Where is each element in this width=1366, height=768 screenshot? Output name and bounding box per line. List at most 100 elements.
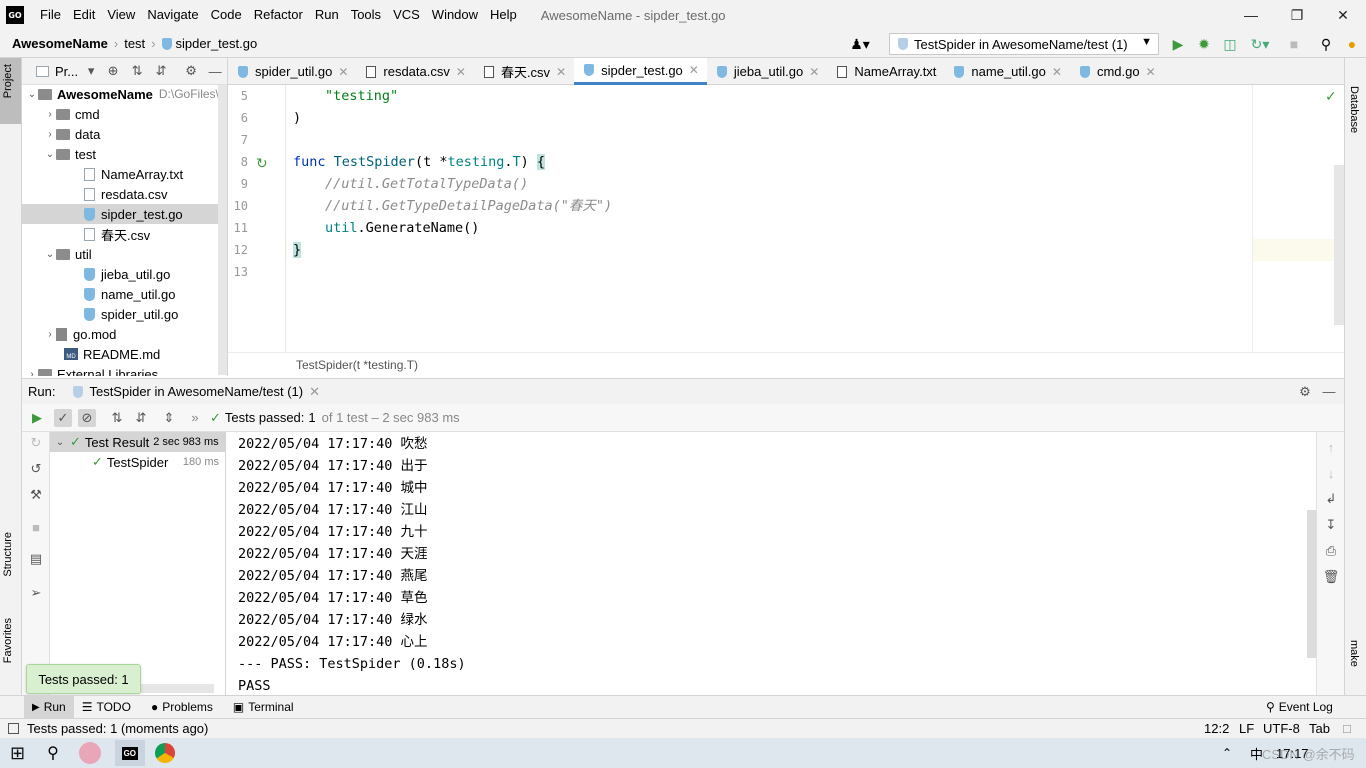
expand-all-icon[interactable]: ⇕ — [160, 409, 178, 427]
tree-item-readme[interactable]: MD README.md — [22, 344, 227, 364]
tree-item-spider-util[interactable]: spider_util.go — [22, 304, 227, 324]
layout-icon[interactable]: ▤ — [27, 550, 45, 568]
run-tool-button[interactable]: ▶ Run — [24, 696, 74, 718]
search-icon[interactable]: ⚲ — [1316, 34, 1336, 54]
menu-tools[interactable]: Tools — [345, 0, 387, 30]
console-scrollbar[interactable] — [1307, 510, 1316, 658]
code-editor[interactable]: "testing" ) func TestSpider(t *testing.T… — [287, 85, 1252, 352]
menu-run[interactable]: Run — [309, 0, 345, 30]
rerun-failed-icon[interactable]: ↻ — [27, 434, 45, 452]
update-icon[interactable]: ● — [1342, 34, 1362, 54]
close-icon[interactable]: ✕ — [309, 384, 320, 400]
tree-item-sipder-test[interactable]: sipder_test.go — [22, 204, 227, 224]
arrow-up-icon[interactable]: ↑ — [1322, 438, 1340, 456]
rerun-icon[interactable]: ▶ — [28, 409, 46, 427]
hide-panel-icon[interactable]: — — [206, 62, 224, 80]
collapse-all-icon[interactable]: ⇵ — [152, 62, 170, 80]
tab-namearray[interactable]: NameArray.txt — [827, 58, 944, 85]
search-icon[interactable]: ⚲ — [47, 743, 59, 763]
pin-icon[interactable]: ➢ — [27, 584, 45, 602]
print-icon[interactable]: ⎙ — [1322, 542, 1340, 560]
menu-window[interactable]: Window — [426, 0, 484, 30]
windows-start-icon[interactable]: ⊞ — [10, 743, 25, 764]
tab-jieba-util[interactable]: jieba_util.go ✕ — [707, 58, 827, 85]
tree-item-chuntian[interactable]: 春天.csv — [22, 224, 227, 244]
tree-item-resdata[interactable]: resdata.csv — [22, 184, 227, 204]
indent-setting[interactable]: Tab — [1309, 721, 1330, 736]
soft-wrap-icon[interactable]: ↲ — [1322, 490, 1340, 508]
make-tool-tab[interactable]: make — [1348, 640, 1360, 667]
close-icon[interactable]: ✕ — [689, 63, 699, 77]
favorites-tool-tab[interactable]: Favorites — [2, 618, 14, 663]
database-tool-tab[interactable]: Database — [1348, 86, 1360, 133]
close-icon[interactable]: ✕ — [338, 65, 348, 79]
event-log-button[interactable]: ⚲ Event Log — [1266, 700, 1333, 714]
menu-help[interactable]: Help — [484, 0, 523, 30]
gear-icon[interactable]: ⚙ — [1296, 383, 1314, 401]
run-icon[interactable]: ▶ — [1168, 34, 1188, 54]
test-result-root[interactable]: ⌄ ✓ Test Result 2 sec 983 ms — [50, 432, 225, 452]
more-icon[interactable]: » — [186, 409, 204, 427]
project-view-select[interactable]: Pr... — [55, 64, 78, 79]
test-item[interactable]: ✓ TestSpider 180 ms — [50, 452, 225, 472]
profile-icon[interactable]: ↻▾ — [1246, 34, 1274, 54]
code-breadcrumb[interactable]: TestSpider(t *testing.T) — [228, 352, 1344, 376]
editor-scrollbar[interactable] — [1334, 165, 1344, 325]
tab-spider-util[interactable]: spider_util.go ✕ — [228, 58, 356, 85]
tree-item-namearray[interactable]: NameArray.txt — [22, 164, 227, 184]
close-icon[interactable]: ✕ — [809, 65, 819, 79]
goland-taskbar-icon[interactable]: GO — [114, 740, 145, 766]
stop-icon[interactable]: ■ — [27, 518, 45, 536]
lock-icon[interactable]: □ — [1343, 721, 1351, 736]
chevron-up-icon[interactable]: ⌃ — [1222, 746, 1232, 760]
console-output[interactable]: 2022/05/04 17:17:40 吹愁 2022/05/04 17:17:… — [226, 432, 1316, 695]
caret-position[interactable]: 12:2 — [1204, 721, 1229, 736]
wrench-icon[interactable]: ⚒ — [27, 486, 45, 504]
close-icon[interactable]: ✕ — [1146, 65, 1156, 79]
app-icon[interactable] — [78, 742, 101, 764]
tree-item-cmd[interactable]: › cmd — [22, 104, 227, 124]
scroll-to-end-icon[interactable]: ↧ — [1322, 516, 1340, 534]
menu-file[interactable]: File — [34, 0, 67, 30]
tab-chuntian[interactable]: 春天.csv ✕ — [474, 58, 574, 85]
close-icon[interactable]: ✕ — [456, 65, 466, 79]
chevron-down-icon[interactable]: ▾ — [82, 62, 100, 80]
project-tool-tab[interactable]: Project — [2, 64, 14, 98]
menu-code[interactable]: Code — [205, 0, 248, 30]
sort-duration-icon[interactable]: ⇵ — [132, 409, 150, 427]
breadcrumb-folder[interactable]: test — [124, 36, 145, 51]
breadcrumb-project[interactable]: AwesomeName — [12, 36, 108, 51]
chrome-icon[interactable] — [154, 743, 175, 763]
arrow-down-icon[interactable]: ↓ — [1322, 464, 1340, 482]
menu-refactor[interactable]: Refactor — [248, 0, 309, 30]
run-tab[interactable]: TestSpider in AwesomeName/test (1) — [89, 384, 303, 399]
close-icon[interactable]: ✕ — [1052, 65, 1062, 79]
tree-item-jieba[interactable]: jieba_util.go — [22, 264, 227, 284]
show-passed-icon[interactable]: ✓ — [54, 408, 72, 427]
menu-view[interactable]: View — [101, 0, 141, 30]
tab-cmd[interactable]: cmd.go ✕ — [1070, 58, 1164, 85]
toggle-auto-test-icon[interactable]: ↺ — [27, 460, 45, 478]
inspection-ok-icon[interactable]: ✓ — [1325, 88, 1337, 105]
breadcrumb-file[interactable]: sipder_test.go — [176, 36, 258, 51]
status-message[interactable]: Tests passed: 1 (moments ago) — [27, 721, 208, 736]
restore-button[interactable]: ❐ — [1274, 0, 1320, 30]
locate-icon[interactable]: ⊕ — [104, 62, 122, 80]
debug-icon[interactable]: ✹ — [1194, 34, 1214, 54]
expand-all-icon[interactable]: ⇅ — [128, 62, 146, 80]
tree-item-util[interactable]: ⌄ util — [22, 244, 227, 264]
menu-vcs[interactable]: VCS — [387, 0, 426, 30]
tree-item-gomod[interactable]: › go.mod — [22, 324, 227, 344]
hide-panel-icon[interactable]: — — [1320, 383, 1338, 401]
tree-item-test[interactable]: ⌄ test — [22, 144, 227, 164]
project-scrollbar[interactable] — [218, 85, 227, 375]
todo-tool-button[interactable]: ☰ TODO — [82, 700, 131, 714]
structure-tool-tab[interactable]: Structure — [2, 532, 14, 577]
trash-icon[interactable]: 🗑 — [1322, 568, 1340, 586]
menu-edit[interactable]: Edit — [67, 0, 101, 30]
run-configuration-select[interactable]: TestSpider in AwesomeName/test (1) ▼ — [889, 33, 1159, 55]
tab-sipder-test[interactable]: sipder_test.go ✕ — [574, 58, 707, 85]
terminal-tool-button[interactable]: ▣ Terminal — [233, 700, 294, 714]
coverage-icon[interactable]: ◫ — [1220, 34, 1240, 54]
close-window-button[interactable]: ✕ — [1320, 0, 1366, 30]
